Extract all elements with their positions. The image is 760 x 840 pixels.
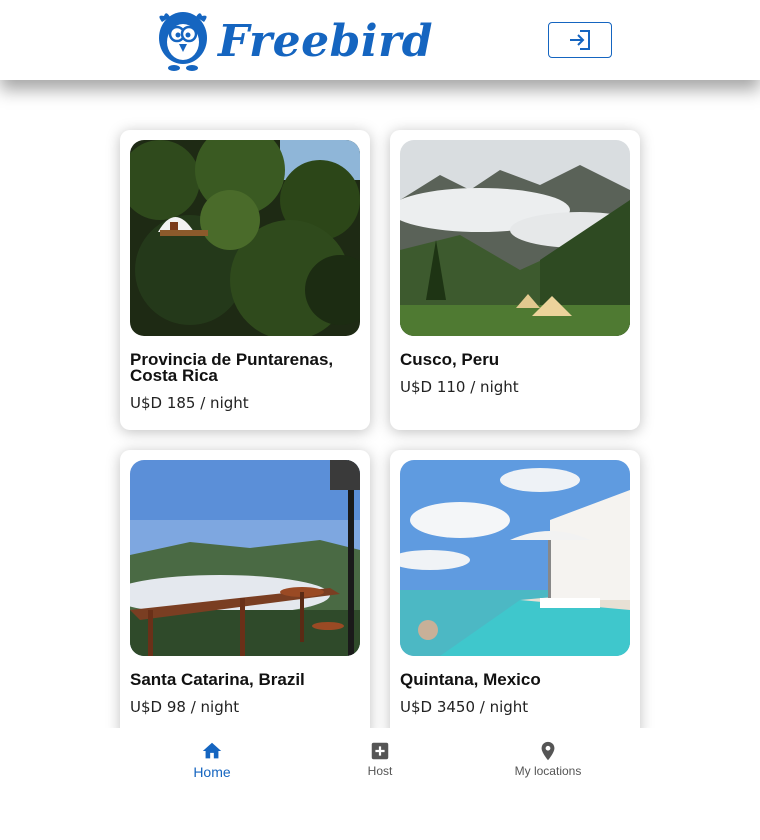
- listing-image[interactable]: [130, 460, 360, 656]
- nav-home-label: Home: [193, 764, 231, 780]
- nav-host-label: Host: [367, 764, 393, 778]
- listing-price: U$D 3450 / night: [400, 698, 529, 716]
- listing-title[interactable]: Quintana, Mexico: [400, 671, 630, 688]
- app-header: Freebird: [0, 0, 760, 80]
- listing-price: U$D 98 / night: [130, 698, 240, 716]
- listing-price: U$D 185 / night: [130, 394, 249, 412]
- login-icon: [570, 30, 590, 50]
- listing-price: U$D 110 / night: [400, 378, 519, 396]
- app-name: Freebird: [218, 15, 434, 67]
- listing-image[interactable]: [400, 460, 630, 656]
- login-button[interactable]: [548, 22, 612, 58]
- listing-card[interactable]: Cusco, Peru U$D 110 / night: [390, 130, 640, 430]
- listing-title[interactable]: Cusco, Peru: [400, 351, 630, 368]
- listing-title[interactable]: Santa Catarina, Brazil: [130, 671, 360, 688]
- listing-image[interactable]: [400, 140, 630, 336]
- listing-card[interactable]: Quintana, Mexico U$D 3450 / night: [390, 450, 640, 740]
- home-icon: [202, 742, 222, 759]
- location-pin-icon: [541, 741, 555, 761]
- listing-title[interactable]: Provincia de Puntarenas, Costa Rica: [130, 351, 360, 384]
- bottom-navigation: Home Host My locations: [0, 728, 760, 840]
- listing-image[interactable]: [130, 140, 360, 336]
- nav-host[interactable]: Host: [315, 740, 445, 778]
- listing-card[interactable]: Provincia de Puntarenas, Costa Rica U$D …: [120, 130, 370, 430]
- app-logo[interactable]: Freebird: [152, 8, 433, 74]
- nav-my-locations[interactable]: My locations: [483, 740, 613, 778]
- nav-my-locations-label: My locations: [514, 764, 582, 778]
- bird-logo-icon: [159, 12, 207, 71]
- add-box-icon: [371, 742, 389, 760]
- listing-card[interactable]: Santa Catarina, Brazil U$D 98 / night: [120, 450, 370, 740]
- nav-home[interactable]: Home: [147, 740, 277, 780]
